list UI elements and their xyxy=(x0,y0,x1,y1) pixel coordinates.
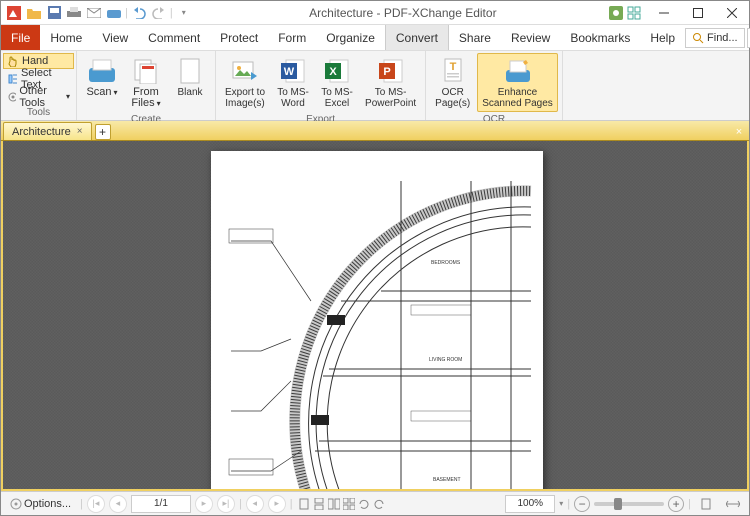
maximize-button[interactable] xyxy=(681,2,715,24)
layout-rotate-icon[interactable] xyxy=(357,496,371,512)
page-number-field[interactable]: 1/1 xyxy=(131,495,191,513)
tab-organize[interactable]: Organize xyxy=(316,25,385,50)
svg-text:X: X xyxy=(329,66,337,78)
fit-page-icon[interactable] xyxy=(695,495,717,513)
svg-text:T: T xyxy=(449,61,456,73)
layout-rotate2-icon[interactable] xyxy=(372,496,386,512)
tab-convert[interactable]: Convert xyxy=(385,25,449,50)
search-button[interactable]: Search... xyxy=(747,28,750,48)
tab-comment[interactable]: Comment xyxy=(138,25,210,50)
nav-first-icon[interactable]: |◂ xyxy=(87,495,105,513)
file-menu[interactable]: File xyxy=(1,25,40,50)
scan-button[interactable]: Scan xyxy=(81,53,123,101)
save-icon[interactable] xyxy=(45,4,63,22)
minimize-button[interactable] xyxy=(647,2,681,24)
tab-share[interactable]: Share xyxy=(449,25,501,50)
undo-icon[interactable] xyxy=(130,4,148,22)
tab-form[interactable]: Form xyxy=(268,25,316,50)
ocr-pages-button[interactable]: TOCR Page(s) xyxy=(430,53,475,112)
open-icon[interactable] xyxy=(25,4,43,22)
nav-next-icon[interactable]: ▸ xyxy=(195,495,213,513)
layout-facing-cont-icon[interactable] xyxy=(342,496,356,512)
document-tabs: Architecture× + × xyxy=(1,121,749,141)
enhance-scanned-button[interactable]: Enhance Scanned Pages xyxy=(477,53,558,112)
document-tab[interactable]: Architecture× xyxy=(3,122,92,140)
zoom-in-icon[interactable]: + xyxy=(668,496,684,512)
close-tab-icon[interactable]: × xyxy=(77,126,83,137)
nav-prev-icon[interactable]: ◂ xyxy=(109,495,127,513)
scan-qat-icon[interactable] xyxy=(105,4,123,22)
print-icon[interactable] xyxy=(65,4,83,22)
options-button[interactable]: Options... xyxy=(5,495,76,513)
redo-icon[interactable] xyxy=(150,4,168,22)
document-viewport[interactable]: BEDROOMS LIVING ROOM BASEMENT xyxy=(1,141,749,491)
tools-sidepanel: Hand Select Text Other Tools▾ Tools xyxy=(1,51,77,120)
ribbon-group-export: Export to Image(s) WTo MS- Word XTo MS- … xyxy=(216,51,426,120)
tab-home[interactable]: Home xyxy=(40,25,92,50)
blank-button[interactable]: Blank xyxy=(169,53,211,101)
export-ppt-button[interactable]: PTo MS- PowerPoint xyxy=(360,53,421,112)
layout-single-icon[interactable] xyxy=(297,496,311,512)
tab-protect[interactable]: Protect xyxy=(210,25,268,50)
tab-bookmarks[interactable]: Bookmarks xyxy=(560,25,640,50)
zoom-out-icon[interactable]: − xyxy=(574,496,590,512)
email-icon[interactable] xyxy=(85,4,103,22)
nav-forward-icon[interactable]: ▸ xyxy=(268,495,286,513)
export-word-button[interactable]: WTo MS- Word xyxy=(272,53,314,112)
tab-review[interactable]: Review xyxy=(501,25,560,50)
tools-group-label: Tools xyxy=(3,107,74,118)
ribbon: Hand Select Text Other Tools▾ Tools Scan… xyxy=(1,51,749,121)
other-tools[interactable]: Other Tools▾ xyxy=(3,88,74,105)
svg-text:BEDROOMS: BEDROOMS xyxy=(431,260,461,266)
nav-last-icon[interactable]: ▸| xyxy=(217,495,235,513)
add-tab-button[interactable]: + xyxy=(95,124,111,140)
close-button[interactable] xyxy=(715,2,749,24)
layout-continuous-icon[interactable] xyxy=(312,496,326,512)
svg-text:W: W xyxy=(284,66,295,78)
menubar: File HomeViewCommentProtectFormOrganizeC… xyxy=(1,25,749,51)
export-images-button[interactable]: Export to Image(s) xyxy=(220,53,270,112)
tab-view[interactable]: View xyxy=(92,25,138,50)
ui-options-icon[interactable] xyxy=(609,6,623,20)
svg-text:P: P xyxy=(383,66,390,78)
titlebar: | | ▾ Architecture - PDF-XChange Editor xyxy=(1,1,749,25)
quick-access-toolbar: | | ▾ xyxy=(1,4,197,22)
zoom-field[interactable]: 100% xyxy=(505,495,555,513)
layout-facing-icon[interactable] xyxy=(327,496,341,512)
statusbar: Options... | |◂ ◂ 1/1 ▸ ▸| | ◂ ▸ | 100% … xyxy=(1,491,749,515)
ribbon-group-ocr: TOCR Page(s) Enhance Scanned Pages OCR xyxy=(426,51,563,120)
close-all-tabs-icon[interactable]: × xyxy=(731,124,747,140)
find-button[interactable]: Find... xyxy=(685,28,745,48)
fit-width-icon[interactable] xyxy=(721,495,745,513)
export-excel-button[interactable]: XTo MS- Excel xyxy=(316,53,358,112)
zoom-slider[interactable] xyxy=(594,502,664,506)
ribbon-group-create: Scan From Files Blank Create xyxy=(77,51,216,120)
svg-text:BASEMENT: BASEMENT xyxy=(433,477,461,483)
qat-customize-icon[interactable]: ▾ xyxy=(175,4,193,22)
window-title: Architecture - PDF-XChange Editor xyxy=(197,6,609,20)
nav-back-icon[interactable]: ◂ xyxy=(246,495,264,513)
launch-icon[interactable] xyxy=(627,6,641,20)
app-icon[interactable] xyxy=(5,4,23,22)
zoom-thumb[interactable] xyxy=(614,498,622,510)
from-files-button[interactable]: From Files xyxy=(125,53,167,112)
page-layout-icons xyxy=(297,496,386,512)
svg-text:LIVING ROOM: LIVING ROOM xyxy=(429,357,462,363)
document-page: BEDROOMS LIVING ROOM BASEMENT xyxy=(211,151,543,491)
tab-help[interactable]: Help xyxy=(640,25,685,50)
